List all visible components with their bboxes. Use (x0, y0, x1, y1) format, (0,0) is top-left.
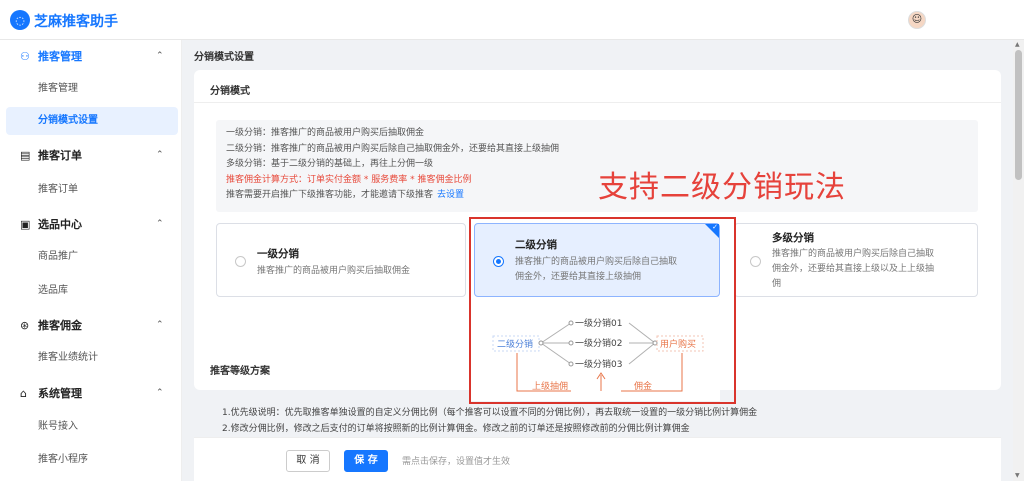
radio-button[interactable] (750, 256, 761, 267)
sidebar-item-miniapp[interactable]: 推客小程序 (0, 446, 182, 474)
save-button[interactable]: 保 存 (344, 450, 388, 472)
option-level-one[interactable]: 一级分销 推客推广的商品被用户购买后抽取佣金 (216, 223, 466, 297)
chevron-up-icon: ⌃ (156, 219, 164, 229)
sidebar-group-orders[interactable]: ▤ 推客订单 ⌃ (0, 139, 182, 171)
option-desc: 推客推广的商品被用户购买后抽取佣金 (257, 266, 411, 276)
app-title: 芝麻推客助手 (34, 14, 118, 30)
divider (194, 102, 1001, 103)
sidebar-item-account[interactable]: 账号接入 (0, 413, 182, 441)
box-icon: ▣ (20, 217, 31, 231)
avatar[interactable]: ☺ (908, 11, 926, 29)
top-bar: ◌ 芝麻推客助手 ☺ (0, 0, 1024, 40)
formula-line: 推客佣金计算方式：订单实付金额 * 服务费率 * 推客佣金比例 (226, 174, 472, 185)
scroll-down-icon[interactable]: ▼ (1015, 472, 1020, 479)
chevron-up-icon: ⌃ (156, 388, 164, 398)
chevron-up-icon: ⌃ (156, 150, 164, 160)
sidebar-item-tuike-manage[interactable]: 推客管理 (0, 75, 182, 103)
sidebar-group-products[interactable]: ▣ 选品中心 ⌃ (0, 208, 182, 240)
save-hint: 需点击保存，设置值才生效 (402, 457, 511, 467)
annotation-text: 支持二级分销玩法 (598, 170, 846, 205)
info-line: 多级分销：基于二级分销的基础上，再往上分佣一级 (226, 159, 434, 169)
chevron-up-icon: ⌃ (156, 320, 164, 330)
rule-line: 1.优先级说明：优先取推客单独设置的自定义分佣比例（每个推客可以设置不同的分佣比… (222, 408, 758, 418)
level-rules: 1.优先级说明：优先取推客单独设置的自定义分佣比例（每个推客可以设置不同的分佣比… (222, 405, 757, 437)
sidebar-group-tuike-manage[interactable]: ⚇ 推客管理 ⌃ (0, 40, 182, 72)
settings-icon: ⌂ (20, 386, 27, 400)
sidebar-item-orders[interactable]: 推客订单 (0, 176, 182, 204)
currency-icon: ⊛ (20, 318, 30, 332)
page-title: 分销模式设置 (194, 52, 254, 63)
info-line: 推客需要开启推广下级推客功能，才能邀请下级推客 去设置 (226, 190, 465, 200)
option-title: 多级分销 (772, 232, 814, 244)
chat-bubble-icon: ◌ (10, 10, 30, 30)
sidebar-item-performance[interactable]: 推客业绩统计 (0, 344, 182, 372)
radio-button[interactable] (235, 256, 246, 267)
sidebar-item-mode-settings[interactable]: 分销模式设置 (6, 107, 178, 135)
scroll-up-icon[interactable]: ▲ (1015, 41, 1020, 48)
rule-line: 2.修改分佣比例，修改之后支付的订单将按照新的比例计算佣金。修改之前的订单还是按… (222, 424, 690, 434)
info-line: 二级分销：推客推广的商品被用户购买后除自己抽取佣金外，还要给其直接上级抽佣 (226, 143, 560, 154)
info-line: 一级分销：推客推广的商品被用户购买后抽取佣金 (226, 128, 425, 138)
level-section-title: 推客等级方案 (210, 366, 270, 377)
footer-bar: 取 消 保 存 需点击保存，设置值才生效 (194, 437, 1001, 481)
receipt-icon: ▤ (20, 148, 31, 162)
go-settings-link[interactable]: 去设置 (437, 190, 464, 200)
chevron-up-icon: ⌃ (156, 51, 164, 61)
scrollbar-thumb[interactable] (1015, 50, 1022, 180)
sidebar-group-system[interactable]: ⌂ 系统管理 ⌃ (0, 377, 182, 409)
annotation-highlight-box (469, 217, 736, 404)
sidebar-item-library[interactable]: 选品库 (0, 277, 182, 305)
sidebar-group-commission[interactable]: ⊛ 推客佣金 ⌃ (0, 309, 182, 341)
option-multi-level[interactable]: 多级分销 推客推广的商品被用户购买后除自己抽取 佣金外，还要给其直接上级以及上上… (734, 223, 978, 297)
scrollbar[interactable]: ▲ ▼ (1013, 40, 1024, 481)
people-icon: ⚇ (20, 49, 30, 63)
info-box: 一级分销：推客推广的商品被用户购买后抽取佣金 二级分销：推客推广的商品被用户购买… (216, 120, 978, 212)
option-desc: 推客推广的商品被用户购买后除自己抽取 佣金外，还要给其直接上级以及上上级抽 佣 (772, 249, 935, 289)
sidebar-item-promotion[interactable]: 商品推广 (0, 243, 182, 271)
sidebar: ⚇ 推客管理 ⌃ 推客管理 分销模式设置 ▤ 推客订单 ⌃ 推客订单 ▣ 选品中… (0, 40, 182, 481)
card-title: 分销模式 (210, 86, 250, 97)
cancel-button[interactable]: 取 消 (286, 450, 330, 472)
option-title: 一级分销 (257, 248, 299, 260)
